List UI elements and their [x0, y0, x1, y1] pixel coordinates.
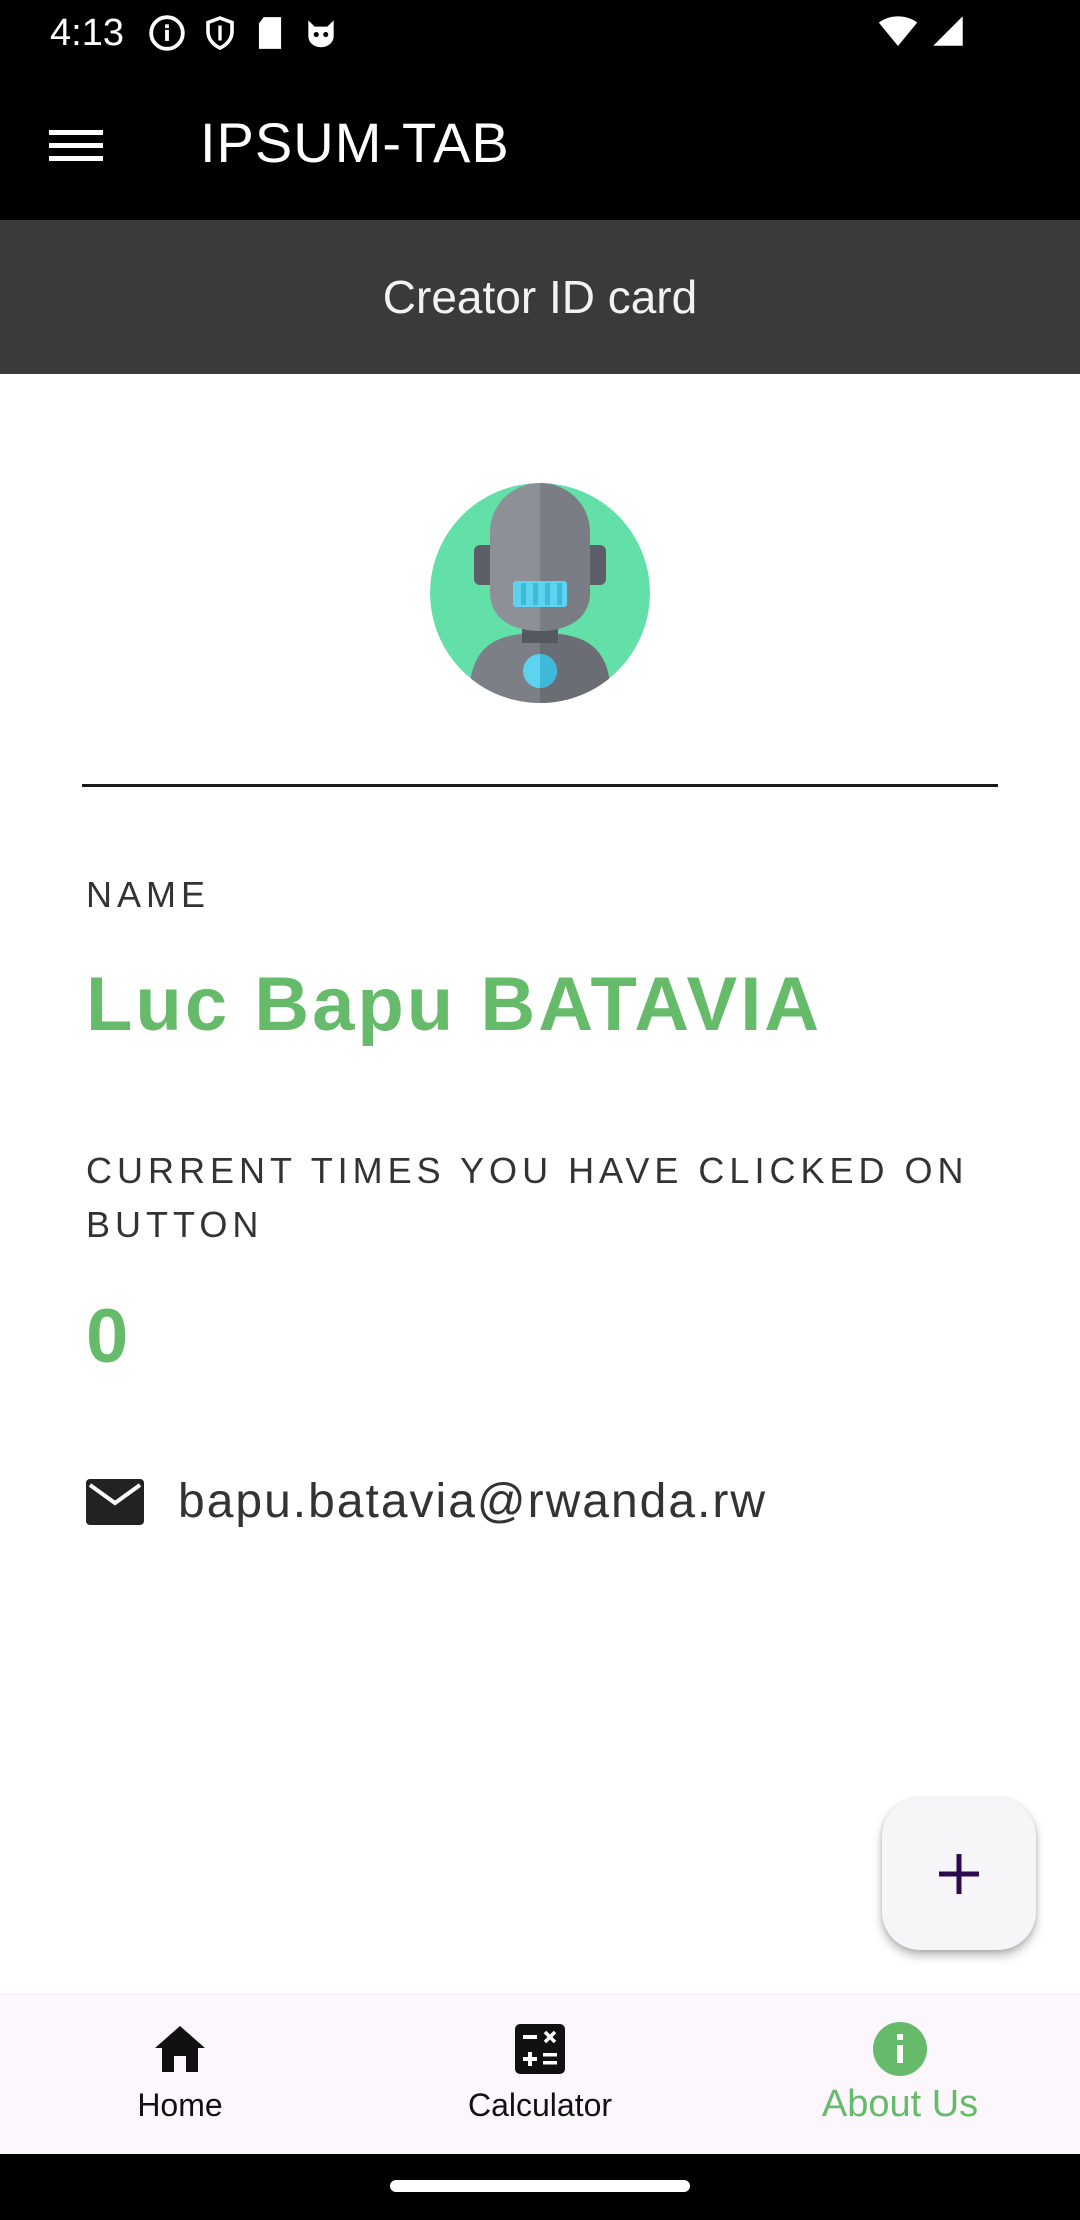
bottom-navigation: Home Calculator About Us — [0, 1994, 1080, 2155]
nav-label-about-us: About Us — [821, 2083, 979, 2125]
email-address: bapu.batavia@rwanda.rw — [178, 1475, 768, 1528]
clicks-count: 0 — [86, 1294, 129, 1379]
page-header: Creator ID card — [0, 220, 1080, 374]
avatar — [430, 483, 650, 703]
nav-item-about-us[interactable]: About Us — [720, 1995, 1080, 2155]
screen: 4:13 IPSUM-TAB Creator ID card NAME Luc … — [0, 0, 1080, 2220]
system-icons — [878, 14, 966, 53]
hamburger-menu-icon — [49, 130, 103, 161]
shield-status-icon — [202, 14, 238, 57]
app-title: IPSUM-TAB — [200, 111, 510, 174]
calculator-icon — [510, 2019, 570, 2079]
divider — [82, 784, 998, 787]
name-label: NAME — [86, 874, 211, 915]
sd-card-status-icon — [254, 14, 286, 57]
email-row: bapu.batavia@rwanda.rw — [86, 1474, 767, 1529]
clicks-label: CURRENT TIMES YOU HAVE CLICKED ON BUTTON — [86, 1150, 969, 1245]
page-title: Creator ID card — [382, 271, 698, 323]
cell-signal-icon — [930, 14, 966, 53]
nav-item-calculator[interactable]: Calculator — [360, 1995, 720, 2155]
add-button[interactable] — [882, 1798, 1036, 1950]
wifi-icon — [878, 14, 918, 53]
home-icon — [150, 2019, 210, 2079]
notification-icons — [148, 14, 340, 57]
cat-status-icon — [302, 14, 340, 57]
gesture-area — [0, 2154, 1080, 2220]
name-value: Luc Bapu BATAVIA — [86, 962, 823, 1047]
status-bar: 4:13 — [0, 0, 1080, 66]
nav-label-home: Home — [137, 2087, 223, 2123]
nav-label-calculator: Calculator — [467, 2087, 613, 2123]
info-status-icon — [148, 14, 186, 57]
nav-item-home[interactable]: Home — [0, 1995, 360, 2155]
mail-icon — [86, 1478, 144, 1526]
menu-button[interactable] — [40, 110, 112, 182]
home-gesture-handle[interactable] — [390, 2180, 690, 2192]
plus-icon — [939, 1854, 979, 1894]
status-time: 4:13 — [50, 12, 124, 54]
robot-avatar-icon — [430, 483, 650, 703]
app-bar: IPSUM-TAB — [0, 66, 1080, 220]
info-icon — [870, 2019, 930, 2079]
